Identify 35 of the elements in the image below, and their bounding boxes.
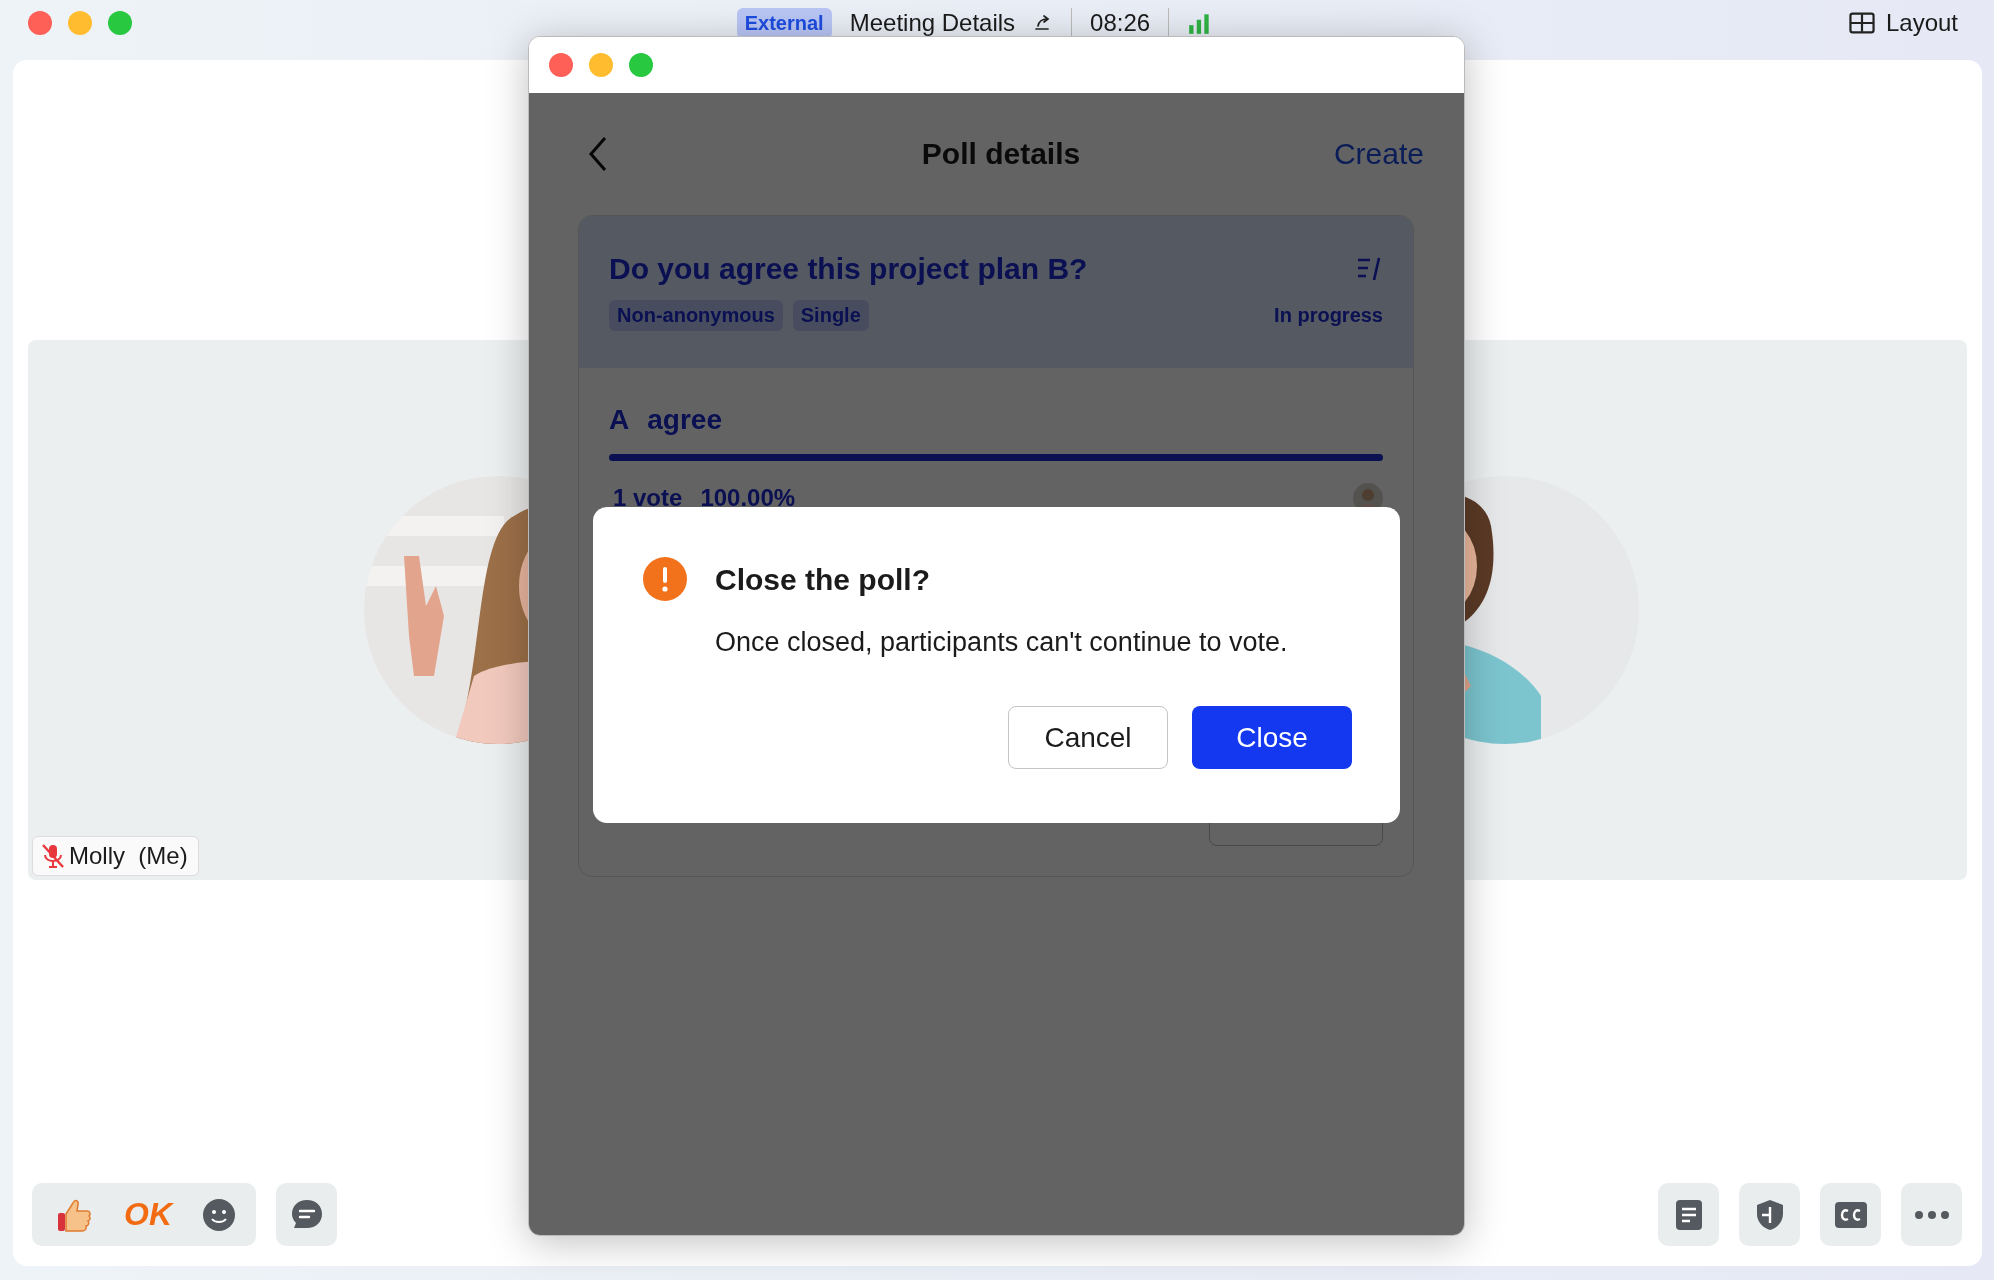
notes-button[interactable] <box>1658 1183 1719 1246</box>
cancel-button[interactable]: Cancel <box>1008 706 1168 769</box>
captions-icon <box>1833 1199 1868 1230</box>
external-badge: External <box>736 7 832 39</box>
participant-name: Molly (Me) <box>69 842 188 870</box>
dialog-title: Close the poll? <box>715 563 931 597</box>
poll-details-title: Poll details <box>921 137 1081 171</box>
poll-tag: Single <box>792 300 869 331</box>
close-window-button[interactable] <box>549 53 573 77</box>
more-icon <box>1913 1209 1950 1220</box>
meeting-title[interactable]: Meeting Details <box>849 9 1016 37</box>
vote-count: 1 vote <box>613 484 683 512</box>
document-icon <box>1673 1197 1704 1232</box>
emoji-icon[interactable] <box>202 1197 236 1232</box>
poll-status: In progress <box>1274 304 1383 327</box>
shield-icon <box>1754 1197 1785 1232</box>
list-edit-icon[interactable] <box>1355 256 1383 282</box>
zoom-window-button[interactable] <box>629 53 653 77</box>
grid-icon <box>1847 12 1876 34</box>
security-button[interactable] <box>1739 1183 1800 1246</box>
layout-button[interactable]: Layout <box>1847 9 1958 37</box>
warning-icon <box>643 557 687 601</box>
option-letter: A <box>609 404 630 436</box>
more-button[interactable] <box>1901 1183 1962 1246</box>
option-text: agree <box>647 404 722 436</box>
close-window-button[interactable] <box>28 11 52 35</box>
dialog-message: Once closed, participants can't continue to vote. <box>715 627 1288 658</box>
meeting-time: 08:26 <box>1090 9 1151 37</box>
back-icon[interactable] <box>588 136 608 172</box>
vote-percent: 100.00% <box>700 484 796 512</box>
chat-button[interactable] <box>276 1183 337 1246</box>
confirm-button[interactable]: Close <box>1192 706 1352 769</box>
poll-question: Do you agree this project plan B? <box>609 252 1088 286</box>
captions-button[interactable] <box>1820 1183 1881 1246</box>
poll-tag: Non-anonymous <box>609 300 783 331</box>
